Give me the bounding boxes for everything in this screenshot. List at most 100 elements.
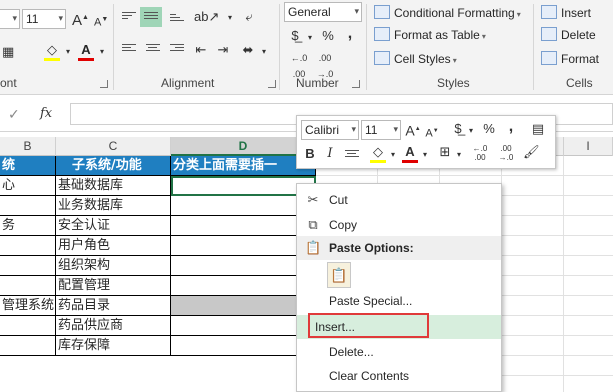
cell-d[interactable] <box>171 276 316 296</box>
chevron-down-icon[interactable]: ▾ <box>64 44 72 60</box>
shrink-font-icon[interactable]: A▼ <box>425 123 439 142</box>
shrink-font-icon[interactable]: A▼ <box>94 12 108 31</box>
align-center-icon[interactable] <box>345 150 359 161</box>
cell-d[interactable] <box>171 256 316 276</box>
cell-c[interactable]: 业务数据库 <box>56 196 171 216</box>
format-as-table-button[interactable]: Format as Table ▾ <box>374 27 486 45</box>
font-color-icon[interactable]: A <box>401 144 419 163</box>
comma-icon[interactable]: , <box>344 26 356 42</box>
align-center-icon[interactable] <box>146 44 160 55</box>
cell-d[interactable] <box>171 236 316 256</box>
grow-font-icon[interactable]: A▲ <box>72 10 89 29</box>
dialog-launcher-icon[interactable] <box>268 80 276 88</box>
menu-item-cut[interactable]: ✂ Cut <box>297 188 501 212</box>
cell-c[interactable]: 基础数据库 <box>56 176 171 196</box>
column-header-i[interactable]: I <box>564 137 613 156</box>
mini-font-size-box[interactable]: 11 ▾ <box>361 120 401 140</box>
fill-color-icon[interactable]: ◇ <box>369 144 387 163</box>
active-cell-d[interactable] <box>171 176 316 196</box>
accounting-format-icon[interactable]: $̲ <box>449 121 467 137</box>
cell-c[interactable]: 用户角色 <box>56 236 171 256</box>
italic-icon[interactable]: I <box>325 146 335 162</box>
mini-font-name-box[interactable]: Calibri ▾ <box>301 120 359 140</box>
cell-b-header[interactable]: 统 <box>0 156 56 176</box>
cell-c[interactable]: 库存保障 <box>56 336 171 356</box>
accounting-format-icon[interactable]: $̲ <box>286 28 304 44</box>
font-size-box[interactable]: 11 ▾ <box>22 9 66 29</box>
align-middle-button[interactable] <box>140 7 162 27</box>
fill-color-icon[interactable]: ◇ <box>42 42 62 61</box>
cell-b[interactable] <box>0 316 56 336</box>
cell-b[interactable] <box>0 196 56 216</box>
delete-cells-button[interactable]: Delete <box>541 27 596 43</box>
align-bottom-icon[interactable] <box>170 14 184 25</box>
chevron-down-icon[interactable]: ▾ <box>306 30 314 46</box>
menu-section-paste-options: 📋 Paste Options: <box>297 236 501 260</box>
percent-icon[interactable]: % <box>320 28 336 44</box>
menu-item-delete[interactable]: Delete... <box>297 340 501 364</box>
cell-d-header[interactable]: 分类上面需要插一 <box>171 156 316 176</box>
number-format-box[interactable]: General ▾ <box>284 2 362 22</box>
cell-b[interactable] <box>0 276 56 296</box>
percent-icon[interactable]: % <box>481 121 497 137</box>
cell-b[interactable]: 管理系统 <box>0 296 56 316</box>
merge-center-icon[interactable]: ⬌ <box>238 42 258 58</box>
cell-c-header[interactable]: 子系统/功能 <box>56 156 171 176</box>
cell-b[interactable] <box>0 236 56 256</box>
cell-c[interactable]: 安全认证 <box>56 216 171 236</box>
column-header-b[interactable]: B <box>0 137 56 156</box>
format-painter-table-icon[interactable]: ▤ <box>529 121 547 137</box>
conditional-formatting-button[interactable]: Conditional Formatting ▾ <box>374 5 521 23</box>
cell-b[interactable] <box>0 256 56 276</box>
orientation-icon[interactable]: ab↗ <box>194 9 219 25</box>
cell-d[interactable] <box>171 316 316 336</box>
chevron-down-icon[interactable]: ▾ <box>226 10 234 26</box>
increase-indent-icon[interactable]: ⇥ <box>214 42 232 58</box>
column-header-d[interactable]: D <box>171 137 316 156</box>
bold-icon[interactable]: B <box>303 146 317 162</box>
enter-check-icon[interactable]: ✓ <box>8 106 20 123</box>
dialog-launcher-icon[interactable] <box>100 80 108 88</box>
decrease-decimal-icon[interactable]: .00 →.0 <box>495 144 517 162</box>
cell-b[interactable]: 心 <box>0 176 56 196</box>
align-right-icon[interactable] <box>170 44 184 55</box>
font-color-icon[interactable]: A <box>76 42 96 61</box>
cell-c[interactable]: 药品目录 <box>56 296 171 316</box>
chevron-down-icon[interactable]: ▾ <box>455 147 463 163</box>
cell-c[interactable]: 组织架构 <box>56 256 171 276</box>
dialog-launcher-icon[interactable] <box>352 80 360 88</box>
insert-cells-button[interactable]: Insert <box>541 5 591 21</box>
column-header-c[interactable]: C <box>56 137 171 156</box>
font-name-box-partial[interactable]: ▾ <box>0 9 20 29</box>
menu-item-paste-special[interactable]: Paste Special... <box>297 289 501 313</box>
cell-c[interactable]: 配置管理 <box>56 276 171 296</box>
chevron-down-icon[interactable]: ▾ <box>389 147 397 163</box>
insert-function-icon[interactable]: fx <box>40 106 52 121</box>
cell-c[interactable]: 药品供应商 <box>56 316 171 336</box>
paste-option-button[interactable]: 📋 <box>327 262 351 288</box>
chevron-down-icon[interactable]: ▾ <box>98 44 106 60</box>
decrease-indent-icon[interactable]: ⇤ <box>192 42 210 58</box>
cell-d[interactable] <box>171 216 316 236</box>
align-left-icon[interactable] <box>122 44 136 55</box>
borders-icon[interactable]: ▦ <box>2 44 14 60</box>
menu-item-copy[interactable]: ⧉ Copy <box>297 213 501 237</box>
cell-d-gray[interactable] <box>171 296 316 316</box>
format-painter-icon[interactable]: 🖌 <box>523 144 540 160</box>
cell-d[interactable] <box>171 196 316 216</box>
chevron-down-icon[interactable]: ▾ <box>467 123 475 139</box>
increase-decimal-icon[interactable]: ←.0.00 <box>469 144 491 162</box>
comma-icon[interactable]: , <box>505 119 517 135</box>
cell-b[interactable] <box>0 336 56 356</box>
chevron-down-icon[interactable]: ▾ <box>260 44 268 60</box>
cell-d[interactable] <box>171 336 316 356</box>
menu-item-clear-contents[interactable]: Clear Contents <box>297 364 501 388</box>
cell-styles-button[interactable]: Cell Styles ▾ <box>374 51 457 69</box>
chevron-down-icon[interactable]: ▾ <box>421 147 429 163</box>
wrap-text-icon[interactable]: ⤶ <box>240 9 258 25</box>
format-cells-button[interactable]: Format <box>541 51 599 67</box>
cell-b[interactable]: 务 <box>0 216 56 236</box>
grow-font-icon[interactable]: A▲ <box>405 121 421 139</box>
align-top-icon[interactable] <box>122 12 136 23</box>
borders-icon[interactable]: ⊞ <box>437 144 453 160</box>
